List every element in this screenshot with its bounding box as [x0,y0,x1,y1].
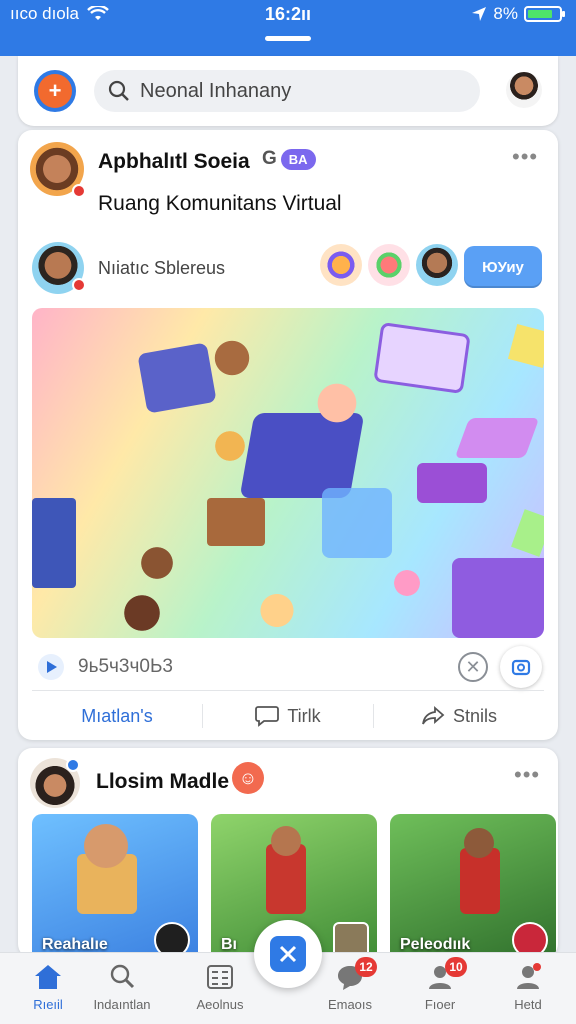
post2-author[interactable]: Llosim Madle [96,770,229,794]
profile-avatar[interactable] [506,72,542,108]
games-icon[interactable] [368,244,410,286]
post-subtitle: Ruang Komunitans Virtual [98,192,342,215]
friends-badge: 10 [445,957,467,977]
notch-pill [265,36,311,41]
post-actions: Mıatlan's Tirlk Stnils [32,696,544,736]
search-input[interactable]: Neonal Inhanany [94,70,480,112]
nav-profile-label: Hetd [514,997,542,1012]
toy-blocks-icon[interactable] [320,244,362,286]
camera-icon[interactable] [500,646,542,688]
nav-messages-label: Emaoıs [327,997,373,1012]
member-avatar[interactable] [32,242,86,294]
app-logo-icon[interactable]: + [34,70,76,112]
member-icons [320,244,458,286]
play-icon[interactable] [38,654,64,680]
friend-avatar-icon[interactable] [416,244,458,286]
post-author[interactable]: Apbhalıtl Soeia [98,150,250,174]
nav-grid-label: Aeolnus [196,997,244,1012]
nav-search-label: Indaıntlan [93,997,151,1012]
search-icon [108,80,129,101]
people-icon: 10 [425,957,467,991]
author-avatar[interactable] [30,142,86,198]
thumb-card-1[interactable]: Reahalıe [32,814,198,958]
nav-search[interactable]: Indaıntlan [74,963,170,1012]
top-bar: + Neonal Inhanany [18,56,558,126]
emoji-icon: ☺ [232,762,264,794]
battery-percent: 8% [493,4,518,23]
post-author-extras: G BA [262,148,316,170]
thumb-card-3[interactable]: Peleodıık [390,814,556,958]
create-button[interactable] [254,920,322,988]
comment-label: Tirlk [287,705,321,726]
more-options-icon-2[interactable]: ••• [514,762,540,788]
member-name[interactable]: Nıiatıc Sblereus [98,258,225,279]
nav-grid[interactable]: Aeolnus [172,963,268,1012]
share-icon [422,706,445,725]
more-options-icon[interactable]: ••• [512,144,538,170]
grid-icon [205,963,235,991]
share-action[interactable]: Stnils [374,696,544,736]
profile-icon [513,963,543,991]
follow-button[interactable]: ЮУиу [464,246,542,288]
post-image[interactable] [32,308,544,638]
post-card: Apbhalıtl Soeia G BA ••• Ruang Komunitan… [18,130,558,740]
search-placeholder: Neonal Inhanany [140,79,292,102]
search-people-icon [107,963,137,991]
verified-icon: G [262,148,277,169]
author-badge: BA [280,148,316,170]
location-icon [472,7,487,21]
messages-badge: 12 [355,957,377,977]
status-bar: ııco dıola 16:2ıı 8% [0,0,576,56]
comment-action[interactable]: Tirlk [203,696,373,736]
home-icon [33,963,63,991]
comment-icon [255,706,280,727]
share-label: Stnils [452,705,497,726]
nav-profile[interactable]: Hetd [480,963,576,1012]
close-icon[interactable]: ✕ [458,652,488,682]
like-label: Mıatlan's [81,705,153,726]
nav-friends-label: Fıoer [424,997,456,1012]
view-count: 9ь5ч3ч0Ь3 [78,656,173,677]
create-icon [270,936,306,972]
status-right: 8% [471,4,565,24]
chat-icon: 12 [335,957,377,991]
like-action[interactable]: Mıatlan's [32,696,202,736]
post-meta-row: 9ь5ч3ч0Ь3 ✕ [32,646,544,688]
nav-friends[interactable]: 10 Fıoer [392,957,488,1012]
divider [32,690,544,691]
battery-icon [524,6,565,22]
nav-home-label: Rıeıil [33,997,63,1012]
author-avatar-2[interactable] [30,758,80,808]
